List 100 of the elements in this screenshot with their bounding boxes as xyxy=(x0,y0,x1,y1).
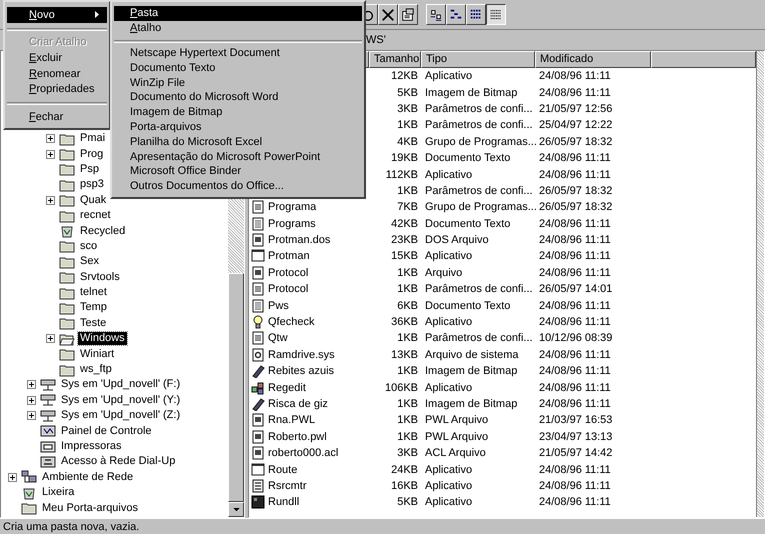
toolbar-button[interactable] xyxy=(398,4,418,25)
toolbar-button[interactable] xyxy=(378,4,398,25)
menu-item[interactable]: Planilha do Microsoft Excel xyxy=(114,134,362,150)
document-icon xyxy=(251,430,265,444)
tree-item[interactable]: Sys em 'Upd_novell' (F:) xyxy=(59,378,182,392)
tree-item[interactable]: Windows xyxy=(78,332,127,346)
file-name[interactable]: Pws xyxy=(268,300,289,312)
tree-item[interactable]: recnet xyxy=(78,209,113,222)
tree-item[interactable]: Prog xyxy=(78,148,106,161)
network-drive-icon xyxy=(40,408,56,423)
scrollbar[interactable] xyxy=(756,51,764,517)
expand-icon[interactable] xyxy=(46,150,55,159)
menu-item[interactable]: Pasta xyxy=(114,6,362,21)
menu-item[interactable]: WinZip File xyxy=(114,75,362,90)
file-type: PWL Arquivo xyxy=(425,414,488,426)
file-name[interactable]: Risca de giz xyxy=(268,398,328,410)
tree-item[interactable]: Pmai xyxy=(78,132,108,146)
file-name[interactable]: Qfecheck xyxy=(268,316,314,328)
expand-icon[interactable] xyxy=(27,396,36,405)
file-name[interactable]: Rsrcmtr xyxy=(268,480,306,492)
expand-icon[interactable] xyxy=(27,411,36,420)
menu-item[interactable]: Propriedades xyxy=(7,81,107,97)
expand-icon[interactable] xyxy=(46,334,55,344)
file-name[interactable]: Protocol xyxy=(268,266,308,279)
file-size: 15KB xyxy=(391,250,418,262)
column-header[interactable] xyxy=(651,51,756,68)
menu-item[interactable]: Imagem de Bitmap xyxy=(114,104,362,120)
menu-item[interactable]: Microsoft Office Binder xyxy=(114,164,362,179)
menu-item[interactable]: Atalho xyxy=(114,20,362,36)
modified-date: 24/08/96 11:11 xyxy=(539,464,611,476)
file-name[interactable]: Programs xyxy=(268,218,316,230)
file-name[interactable]: Qtw xyxy=(268,332,288,344)
tree-item[interactable]: Sys em 'Upd_novell' (Z:) xyxy=(59,409,182,422)
tree-item[interactable]: telnet xyxy=(78,286,109,300)
tree-item[interactable]: Sys em 'Upd_novell' (Y:) xyxy=(59,394,182,407)
file-name[interactable]: Rna.PWL xyxy=(268,414,316,426)
file-name[interactable]: Regedit xyxy=(268,382,306,394)
tree-item[interactable]: Winiart xyxy=(78,348,116,361)
file-name[interactable]: roberto000.acl xyxy=(268,447,338,460)
expand-icon[interactable] xyxy=(8,472,17,482)
file-type: Grupo de Programas... xyxy=(425,136,537,148)
file-name[interactable]: Programa xyxy=(268,201,316,214)
modified-date: 24/08/96 11:11 xyxy=(539,316,611,328)
file-name[interactable]: Ramdrive.sys xyxy=(268,348,335,361)
file-size: 16KB xyxy=(391,480,418,492)
folder-icon xyxy=(59,147,75,162)
folder-icon xyxy=(59,362,75,377)
scroll-down-button[interactable] xyxy=(228,502,244,517)
file-type: Imagem de Bitmap xyxy=(425,398,518,410)
file-size: 5KB xyxy=(397,496,418,508)
tree-item[interactable]: Temp xyxy=(78,301,109,314)
file-name[interactable]: Rundll xyxy=(268,496,300,508)
menu-item[interactable]: Novo xyxy=(7,7,107,23)
expand-icon[interactable] xyxy=(46,196,55,205)
tree-item[interactable]: Lixeira xyxy=(40,486,76,500)
tree-item[interactable]: Meu Porta-arquivos xyxy=(40,502,140,515)
menu-item[interactable]: Porta-arquivos xyxy=(114,120,362,134)
tree-item[interactable]: ws_ftp xyxy=(78,363,114,376)
menu-item[interactable]: Netscape Hypertext Document xyxy=(114,46,362,60)
menu-item[interactable]: Renomear xyxy=(7,66,107,82)
menu-item[interactable]: Documento Texto xyxy=(114,60,362,76)
tree-item[interactable]: Sex xyxy=(78,255,101,268)
tree-item[interactable]: Srvtools xyxy=(78,270,122,284)
tree-item[interactable]: psp3 xyxy=(78,178,106,192)
file-size: 1KB xyxy=(397,430,418,443)
tree-item[interactable]: Quak xyxy=(78,194,108,207)
menu-item[interactable]: Fechar xyxy=(7,108,107,125)
modified-date: 24/08/96 11:11 xyxy=(539,218,611,230)
menu-item[interactable]: Excluir xyxy=(7,50,107,66)
column-header[interactable]: Tamanho xyxy=(369,51,421,68)
folder-icon xyxy=(59,300,75,315)
tree-item[interactable]: Acesso à Rede Dial-Up xyxy=(59,455,178,468)
tree-item[interactable]: Psp xyxy=(78,162,101,176)
settings-document-icon xyxy=(251,282,265,296)
file-name[interactable]: Route xyxy=(268,464,298,476)
expand-icon[interactable] xyxy=(46,134,55,144)
tree-item[interactable]: Recycled xyxy=(78,224,128,238)
column-header[interactable]: Modificado xyxy=(535,51,651,68)
tree-item[interactable]: Ambiente de Rede xyxy=(40,470,136,484)
tree-item[interactable]: Painel de Controle xyxy=(59,424,154,438)
tree-item[interactable]: Teste xyxy=(78,316,108,330)
view-button[interactable] xyxy=(486,4,506,25)
file-type: Parâmetros de confi... xyxy=(425,102,533,115)
modified-date: 24/08/96 11:11 xyxy=(539,348,611,361)
menu-item[interactable]: Documento do Microsoft Word xyxy=(114,90,362,105)
tree-item[interactable]: Impressoras xyxy=(59,440,124,453)
file-name[interactable]: Roberto.pwl xyxy=(268,430,327,443)
file-name[interactable]: Protocol xyxy=(268,283,308,296)
expand-icon[interactable] xyxy=(27,380,36,390)
modified-date: 24/08/96 11:11 xyxy=(539,234,611,246)
recycle-bin-icon xyxy=(21,486,37,500)
file-name[interactable]: Protman.dos xyxy=(268,234,330,246)
menu-item[interactable]: Apresentação do Microsoft PowerPoint xyxy=(114,149,362,164)
tree-item[interactable]: sco xyxy=(78,240,100,253)
menu-item[interactable]: Outros Documentos do Office... xyxy=(114,178,362,194)
scroll-thumb[interactable] xyxy=(228,273,244,502)
column-header[interactable]: Tipo xyxy=(421,51,535,68)
file-name[interactable]: Rebites azuis xyxy=(268,365,334,378)
file-name[interactable]: Protman xyxy=(268,250,310,262)
file-size: 6KB xyxy=(397,300,418,312)
